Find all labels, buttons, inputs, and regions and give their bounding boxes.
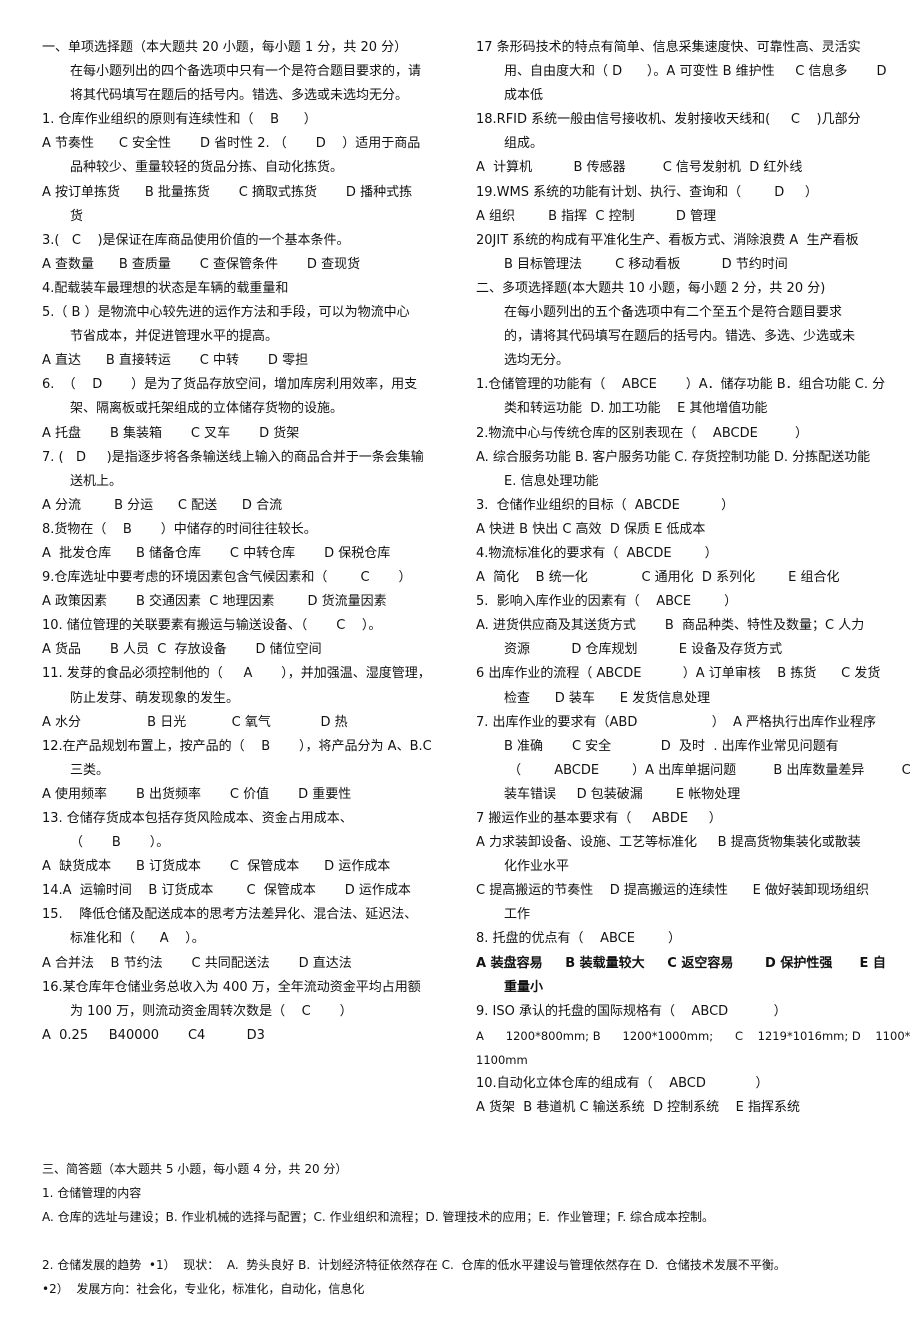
- question-text: 4.物流标准化的要求有（ ABCDE ）: [476, 545, 718, 561]
- question-options: B 目标管理法 C 移动看板 D 节约时间: [504, 256, 788, 272]
- question-options: 化作业水平: [504, 859, 570, 875]
- question-text: 标准化和（ A ）。: [70, 931, 205, 947]
- section-1-instructions: 在每小题列出的四个备选项中只有一个是符合题目要求的，请: [70, 64, 422, 80]
- question-text: 18.RFID 系统一般由信号接收机、发射接收天线和( C )几部分: [476, 112, 861, 128]
- document-page: 一、单项选择题（本大题共 20 小题，每小题 1 分，共 20 分） 在每小题列…: [0, 0, 920, 1321]
- question-text: 组成。: [504, 136, 544, 152]
- question-text: 10. 储位管理的关联要素有搬运与输送设备、（ C ）。: [42, 618, 382, 634]
- question-text: 5. 影响入库作业的因素有（ ABCE ）: [476, 594, 738, 610]
- question-options: A 力求装卸设备、设施、工艺等标准化 B 提高货物集装化或散装: [476, 835, 861, 851]
- section-1-heading: 一、单项选择题（本大题共 20 小题，每小题 1 分，共 20 分）: [42, 40, 408, 55]
- question-options: A 按订单拣货 B 批量拣货 C 摘取式拣货 D 播种式拣: [42, 184, 413, 200]
- answer-text: 2. 仓储发展的趋势 •1） 现状： A. 势头良好 B. 计划经济特征依然存在…: [42, 1258, 786, 1273]
- question-options: A 装盘容易 B 装载量较大 C 返空容易 D 保护性强 E 自: [476, 955, 886, 971]
- question-text: 10.自动化立体仓库的组成有（ ABCD ）: [476, 1076, 769, 1092]
- question-text: （ B ）。: [70, 835, 170, 851]
- question-text: 11. 发芽的食品必须控制他的（ A ），并加强温、湿度管理，: [42, 666, 431, 682]
- question-text: 6 出库作业的流程（ ABCDE ）A 订单审核 B 拣货 C 发货: [476, 666, 881, 682]
- question-options: A 直达 B 直接转运 C 中转 D 零担: [42, 353, 309, 369]
- question-text: 4.配载装车最理想的状态是车辆的载重量和: [42, 280, 289, 296]
- question-options: A 缺货成本 B 订货成本 C 保管成本 D 运作成本: [42, 859, 391, 875]
- question-options: 货: [70, 208, 84, 224]
- question-options: A 货品 B 人员 C 存放设备 D 储位空间: [42, 642, 322, 658]
- question-options: A 组织 B 指挥 C 控制 D 管理: [476, 208, 717, 224]
- question-text: （ ABCDE ）A 出库单据问题 B 出库数量差异 C: [504, 762, 911, 778]
- question-text: 1.仓储管理的功能有（ ABCE ）A．储存功能 B．组合功能 C. 分: [476, 377, 886, 393]
- section-1-instructions: 将其代码填写在题后的括号内。错选、多选或未选均无分。: [70, 88, 409, 104]
- question-text: 8. 托盘的优点有（ ABCE ）: [476, 931, 681, 947]
- section-2-heading: 二、多项选择题(本大题共 10 小题，每小题 2 分，共 20 分): [476, 280, 826, 296]
- question-text: 品种较少、重量较轻的货品分拣、自动化拣货。: [70, 160, 344, 176]
- question-options: A 节奏性 C 安全性 D 省时性 2. （ D ）适用于商品: [42, 136, 421, 152]
- question-text: 3. 仓储作业组织的目标（ ABCDE ）: [476, 497, 735, 513]
- question-options: 资源 D 仓库规划 E 设备及存货方式: [504, 642, 783, 658]
- section-2-instructions: 在每小题列出的五个备选项中有二个至五个是符合题目要求: [504, 305, 843, 321]
- two-column-body: 一、单项选择题（本大题共 20 小题，每小题 1 分，共 20 分） 在每小题列…: [42, 36, 916, 1120]
- question-text: 类和转运功能 D. 加工功能 E 其他增值功能: [504, 401, 768, 417]
- question-options: A. 进货供应商及其送货方式 B 商品种类、特性及数量；C 人力: [476, 618, 865, 634]
- section-2-instructions: 的，请将其代码填写在题后的括号内。错选、多选、少选或未: [504, 329, 856, 345]
- question-options: C 提高搬运的节奏性 D 提高搬运的连续性 E 做好装卸现场组织: [476, 883, 870, 899]
- question-options: A 1200*800mm; B 1200*1000mm; C 1219*1016…: [476, 1028, 911, 1067]
- question-options: A 快进 B 快出 C 高效 D 保质 E 低成本: [476, 521, 706, 537]
- question-options: A 查数量 B 查质量 C 查保管条件 D 查现货: [42, 256, 361, 272]
- question-text: 12.在产品规划布置上，按产品的（ B ），将产品分为 A、B.C: [42, 738, 432, 754]
- section-3-heading: 三、简答题（本大题共 5 小题，每小题 4 分，共 20 分）: [42, 1162, 348, 1177]
- question-options: A 货架 B 巷道机 C 输送系统 D 控制系统 E 指挥系统: [476, 1100, 800, 1116]
- question-text: B 准确 C 安全 D 及时 . 出库作业常见问题有: [504, 738, 839, 754]
- question-options: A 计算机 B 传感器 C 信号发射机 D 红外线: [476, 160, 803, 176]
- question-text: 防止发芽、萌发现象的发生。: [70, 690, 240, 706]
- question-text: 9. ISO 承认的托盘的国际规格有（ ABCD ）: [476, 1003, 787, 1019]
- question-text: 送机上。: [70, 473, 123, 489]
- question-text: 20JIT 系统的构成有平准化生产、看板方式、消除浪费 A 生产看板: [476, 232, 859, 248]
- section-2-instructions: 选均无分。: [504, 353, 570, 369]
- question-options: A. 综合服务功能 B. 客户服务功能 C. 存货控制功能 D. 分拣配送功能: [476, 449, 871, 465]
- question-options: A 合并法 B 节约法 C 共同配送法 D 直达法: [42, 955, 352, 971]
- question-text: 1. 仓库作业组织的原则有连续性和（ B ）: [42, 112, 317, 128]
- question-text: 13. 仓储存货成本包括存货风险成本、资金占用成本、: [42, 811, 353, 826]
- question-options: A 分流 B 分运 C 配送 D 合流: [42, 497, 283, 513]
- question-text: 9.仓库选址中要考虑的环境因素包含气候因素和（ C ）: [42, 570, 412, 586]
- left-column: 一、单项选择题（本大题共 20 小题，每小题 1 分，共 20 分） 在每小题列…: [42, 36, 457, 1048]
- question-options: 14.A 运输时间 B 订货成本 C 保管成本 D 运作成本: [42, 883, 411, 899]
- question-text: 7. 出库作业的要求有（ABD ） A 严格执行出库作业程序: [476, 714, 877, 730]
- answer-text: •2） 发展方向：社会化，专业化，标准化，自动化，信息化: [42, 1282, 365, 1297]
- right-column: 17 条形码技术的特点有简单、信息采集速度快、可靠性高、灵活实 用、自由度大和（…: [476, 36, 916, 1120]
- question-options: A 政策因素 B 交通因素 C 地理因素 D 货流量因素: [42, 594, 387, 610]
- question-text: 架、隔离板或托架组成的立体储存货物的设施。: [70, 401, 344, 417]
- question-options: A 批发仓库 B 储备仓库 C 中转仓库 D 保税仓库: [42, 545, 391, 561]
- question-options: 装车错误 D 包装破漏 E 帐物处理: [504, 786, 741, 802]
- question-text: 16.某仓库年仓储业务总收入为 400 万，全年流动资金平均占用额: [42, 979, 421, 995]
- question-text: 三类。: [70, 762, 110, 778]
- question-options: A 使用频率 B 出货频率 C 价值 D 重要性: [42, 786, 352, 802]
- question-text: 17 条形码技术的特点有简单、信息采集速度快、可靠性高、灵活实: [476, 40, 861, 55]
- question-text: 8.货物在（ B ）中储存的时间往往较长。: [42, 521, 317, 537]
- question-text: 为 100 万，则流动资金周转次数是（ C ）: [70, 1003, 353, 1019]
- question-text: 7. ( D )是指逐步将各条输送线上输入的商品合并于一条会集输: [42, 449, 424, 465]
- question-text: 2.物流中心与传统仓库的区别表现在（ ABCDE ）: [476, 425, 809, 441]
- question-text: 7 搬运作业的基本要求有（ ABDE ）: [476, 811, 722, 826]
- question-text: 5.（ B ）是物流中心较先进的运作方法和手段，可以为物流中心: [42, 305, 410, 321]
- question-text: 用、自由度大和（ D ）。A 可变性 B 维护性 C 信息多 D: [504, 64, 887, 80]
- question-options: 工作: [504, 907, 531, 923]
- question-text: 1. 仓储管理的内容: [42, 1186, 142, 1201]
- short-answer-section: 三、简答题（本大题共 5 小题，每小题 4 分，共 20 分） 1. 仓储管理的…: [42, 1157, 912, 1301]
- question-options: A 0.25 B40000 C4 D3: [42, 1027, 265, 1043]
- question-options: A 托盘 B 集装箱 C 叉车 D 货架: [42, 425, 300, 441]
- question-options: A 简化 B 统一化 C 通用化 D 系列化 E 组合化: [476, 570, 840, 586]
- question-text: 6. （ D ）是为了货品存放空间，增加库房利用效率，用支: [42, 377, 418, 393]
- question-options: 检查 D 装车 E 发货信息处理: [504, 690, 711, 706]
- question-options: 重量小: [504, 979, 544, 995]
- question-text: 节省成本，并促进管理水平的提高。: [70, 329, 279, 345]
- question-text: 15. 降低仓储及配送成本的思考方法差异化、混合法、延迟法、: [42, 907, 418, 923]
- question-text: 成本低: [504, 88, 544, 104]
- question-text: 19.WMS 系统的功能有计划、执行、查询和（ D ）: [476, 184, 818, 200]
- answer-text: A. 仓库的选址与建设；B. 作业机械的选择与配置；C. 作业组织和流程；D. …: [42, 1210, 714, 1225]
- question-options: A 水分 B 日光 C 氧气 D 热: [42, 714, 348, 730]
- question-text: 3.( C )是保证在库商品使用价值的一个基本条件。: [42, 232, 350, 248]
- question-options: E. 信息处理功能: [504, 473, 599, 489]
